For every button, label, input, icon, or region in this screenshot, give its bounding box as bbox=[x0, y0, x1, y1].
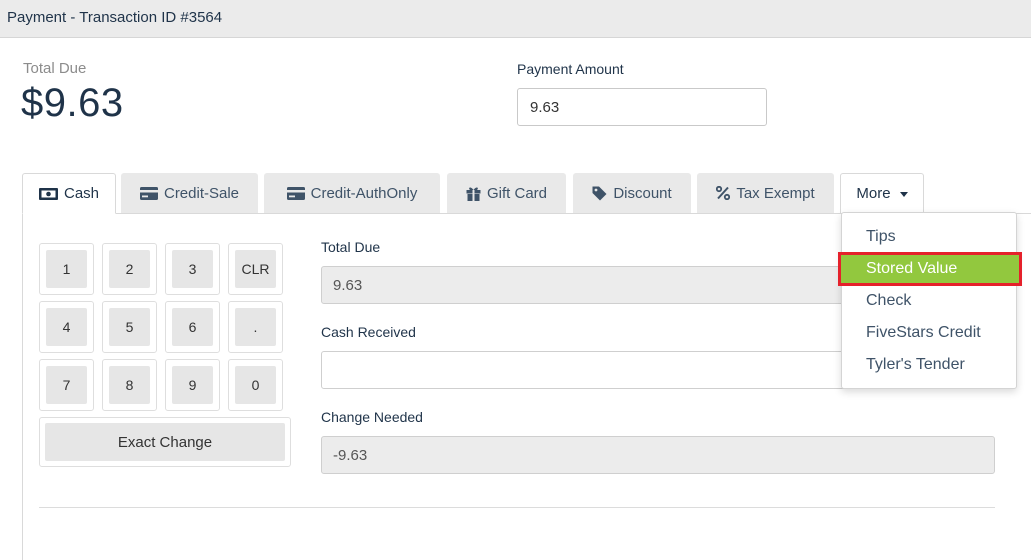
more-label: More bbox=[856, 185, 891, 202]
percent-icon bbox=[716, 186, 731, 200]
keypad-key-clear[interactable]: CLR bbox=[235, 250, 276, 288]
keypad-key-2[interactable]: 2 bbox=[109, 250, 150, 288]
keypad-key-9[interactable]: 9 bbox=[172, 366, 213, 404]
more-dropdown-menu: Tips Stored Value Check FiveStars Credit… bbox=[838, 212, 1022, 389]
keypad-cell: Exact Change bbox=[39, 417, 291, 467]
gift-icon bbox=[466, 186, 481, 201]
menu-item-check[interactable]: Check bbox=[842, 286, 1018, 316]
tab-credit-sale[interactable]: Credit-Sale bbox=[121, 173, 258, 213]
tab-label: Cash bbox=[63, 185, 100, 202]
keypad-key-5[interactable]: 5 bbox=[109, 308, 150, 346]
caret-down-icon bbox=[899, 192, 908, 197]
keypad-cell: 8 bbox=[102, 359, 157, 411]
keypad-key-0[interactable]: 0 bbox=[235, 366, 276, 404]
keypad-cell: 0 bbox=[228, 359, 283, 411]
exact-change-button[interactable]: Exact Change bbox=[45, 423, 285, 461]
tab-label: Credit-AuthOnly bbox=[310, 184, 418, 202]
keypad-key-6[interactable]: 6 bbox=[172, 308, 213, 346]
total-due-amount: $9.63 bbox=[21, 81, 124, 125]
keypad-cell: CLR bbox=[228, 243, 283, 295]
tab-gift-card[interactable]: Gift Card bbox=[447, 173, 566, 213]
tab-discount[interactable]: Discount bbox=[573, 173, 691, 213]
money-bill-icon bbox=[38, 187, 58, 200]
tag-icon bbox=[592, 186, 607, 201]
menu-item-tylers-tender[interactable]: Tyler's Tender bbox=[842, 350, 1018, 380]
tab-label: Tax Exempt bbox=[736, 184, 815, 202]
keypad-cell: 3 bbox=[165, 243, 220, 295]
total-due-label: Total Due bbox=[23, 60, 87, 77]
keypad-cell: 2 bbox=[102, 243, 157, 295]
tab-cash[interactable]: Cash bbox=[22, 173, 116, 214]
more-dropdown-toggle[interactable]: More bbox=[840, 173, 924, 213]
credit-card-icon bbox=[286, 186, 305, 200]
menu-item-stored-value[interactable]: Stored Value bbox=[838, 252, 1022, 286]
change-needed-field bbox=[321, 436, 995, 474]
panel-divider bbox=[39, 507, 995, 508]
keypad-key-4[interactable]: 4 bbox=[46, 308, 87, 346]
tab-label: Discount bbox=[613, 184, 672, 202]
menu-item-tips[interactable]: Tips bbox=[842, 222, 1018, 252]
payment-amount-label: Payment Amount bbox=[517, 61, 624, 77]
tab-credit-authonly[interactable]: Credit-AuthOnly bbox=[264, 173, 440, 213]
window-titlebar: Payment - Transaction ID #3564 bbox=[0, 0, 1031, 38]
payment-amount-input[interactable] bbox=[517, 88, 767, 126]
keypad-cell: 1 bbox=[39, 243, 94, 295]
cash-total-due-label: Total Due bbox=[321, 239, 381, 255]
window-title: Payment - Transaction ID #3564 bbox=[7, 9, 223, 26]
cash-received-label: Cash Received bbox=[321, 324, 416, 340]
menu-item-fivestars-credit[interactable]: FiveStars Credit bbox=[842, 318, 1018, 348]
keypad-key-1[interactable]: 1 bbox=[46, 250, 87, 288]
keypad-cell: 4 bbox=[39, 301, 94, 353]
keypad-cell: 7 bbox=[39, 359, 94, 411]
keypad-cell: 5 bbox=[102, 301, 157, 353]
tab-label: Gift Card bbox=[486, 184, 547, 202]
keypad-key-3[interactable]: 3 bbox=[172, 250, 213, 288]
keypad-key-8[interactable]: 8 bbox=[109, 366, 150, 404]
keypad-cell: 9 bbox=[165, 359, 220, 411]
keypad-key-decimal[interactable]: . bbox=[235, 308, 276, 346]
keypad-cell: 6 bbox=[165, 301, 220, 353]
credit-card-icon bbox=[139, 186, 158, 200]
tab-label: Credit-Sale bbox=[163, 184, 240, 202]
keypad-key-7[interactable]: 7 bbox=[46, 366, 87, 404]
keypad-cell: . bbox=[228, 301, 283, 353]
tab-tax-exempt[interactable]: Tax Exempt bbox=[697, 173, 834, 213]
change-needed-label: Change Needed bbox=[321, 409, 423, 425]
